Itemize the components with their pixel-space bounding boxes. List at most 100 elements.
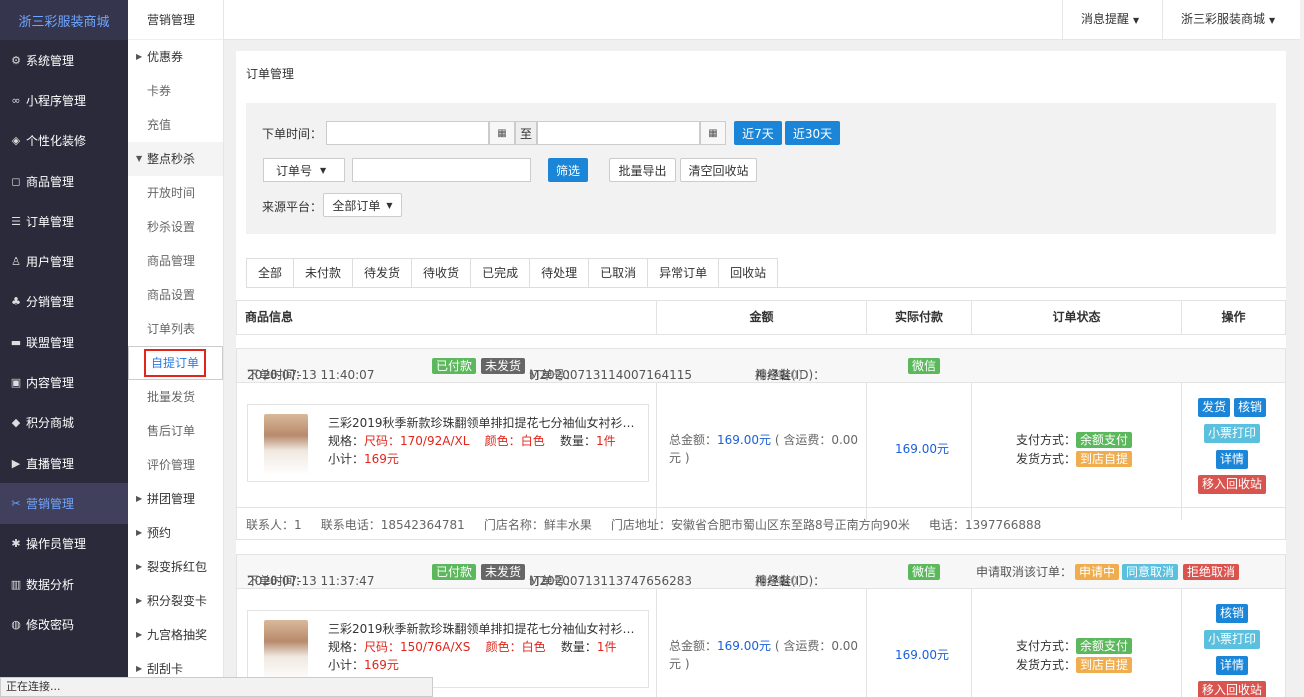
contact-name: 1: [294, 518, 302, 532]
sub-nav-item-14[interactable]: ▶ 预约: [128, 516, 223, 550]
nav-item-label: 修改密码: [26, 617, 75, 632]
nav-item-label: 营销管理: [26, 496, 75, 511]
nav-item-8[interactable]: ▣ 内容管理: [0, 362, 128, 402]
order-total: 总金额：169.00元 ( 含运费：0.00 元 ): [669, 433, 859, 465]
ship-method-badge: 到店自提: [1076, 451, 1133, 467]
nav-item-1[interactable]: ∞ 小程序管理: [0, 80, 128, 120]
tab-2[interactable]: 待发货: [353, 258, 413, 288]
notice-dropdown[interactable]: 消息提醒 ▼: [1062, 0, 1162, 40]
store-dropdown[interactable]: 浙三彩服装商城 ▼: [1162, 0, 1304, 40]
caret-right-icon: ▶: [136, 596, 143, 605]
nav-item-10[interactable]: ▶ 直播管理: [0, 443, 128, 483]
move-to-recycle-button[interactable]: 移入回收站: [1198, 681, 1267, 697]
nav-item-0[interactable]: ⚙ 系统管理: [0, 40, 128, 80]
print-receipt-button[interactable]: 小票打印: [1204, 630, 1261, 649]
nav-item-3[interactable]: ◻ 商品管理: [0, 161, 128, 201]
status-cell: 支付方式： 余额支付 发货方式： 到店自提: [972, 383, 1182, 520]
nav-item-11[interactable]: ✂ 营销管理: [0, 483, 128, 524]
tab-8[interactable]: 回收站: [719, 258, 779, 288]
tab-3[interactable]: 待收货: [412, 258, 472, 288]
product-thumbnail[interactable]: [264, 620, 308, 681]
print-receipt-button[interactable]: 小票打印: [1204, 424, 1261, 443]
last-30-days-button[interactable]: 近30天: [785, 121, 840, 145]
sub-nav-item-15[interactable]: ▶ 裂变拆红包: [128, 550, 223, 584]
search-field-select[interactable]: 订单号 ▼: [263, 158, 345, 182]
tab-0[interactable]: 全部: [246, 258, 295, 288]
end-date-input[interactable]: [537, 121, 700, 145]
nav-item-6[interactable]: ♣ 分销管理: [0, 282, 128, 322]
scrollbar[interactable]: [1300, 0, 1304, 697]
sub-nav-item-12[interactable]: 评价管理: [128, 448, 223, 482]
tab-1[interactable]: 未付款: [294, 258, 354, 288]
details-button[interactable]: 详情: [1216, 656, 1249, 675]
shield-check-icon: ◍: [11, 617, 21, 631]
tab-6[interactable]: 已取消: [589, 258, 649, 288]
verify-button[interactable]: 核销: [1216, 604, 1249, 623]
actions-cell: 核销 小票打印 详情 移入回收站: [1182, 589, 1285, 697]
sub-nav-item-10[interactable]: 批量发货: [128, 380, 223, 414]
agree-cancel-button[interactable]: 同意取消: [1122, 564, 1179, 580]
sub-nav-item-17[interactable]: ▶ 九宫格抽奖: [128, 618, 223, 652]
verify-button[interactable]: 核销: [1234, 398, 1267, 417]
nav-item-13[interactable]: ▥ 数据分析: [0, 564, 128, 604]
sub-nav-item-6[interactable]: 商品管理: [128, 244, 223, 278]
start-date-input[interactable]: [326, 121, 489, 145]
sub-nav-item-16[interactable]: ▶ 积分裂变卡: [128, 584, 223, 618]
sub-nav-item-4[interactable]: 开放时间: [128, 176, 223, 210]
nav-item-label: 内容管理: [26, 376, 75, 391]
tab-4[interactable]: 已完成: [471, 258, 531, 288]
paid-cell: 169.00元: [867, 383, 972, 520]
search-input[interactable]: [352, 158, 531, 182]
nav-item-2[interactable]: ◈ 个性化装修: [0, 121, 128, 161]
platform-dropdown[interactable]: 全部订单 ▼: [323, 193, 402, 217]
calendar-icon[interactable]: ▦: [700, 121, 726, 145]
nav-item-9[interactable]: ◆ 积分商城: [0, 403, 128, 443]
sub-nav-item-13[interactable]: ▶ 拼团管理: [128, 482, 223, 516]
move-to-recycle-button[interactable]: 移入回收站: [1198, 475, 1267, 494]
reject-cancel-button[interactable]: 拒绝取消: [1183, 564, 1240, 580]
sub-nav-item-1[interactable]: 卡券: [128, 74, 223, 108]
sub-nav-item-8[interactable]: 订单列表: [128, 312, 223, 346]
nav-item-label: 用户管理: [26, 255, 75, 270]
calendar-icon[interactable]: ▦: [489, 121, 515, 145]
main-nav: ⚙ 系统管理 ∞ 小程序管理 ◈ 个性化装修 ◻ 商品管理 ☰ 订单管理 ♙ 用户管理 ♣ 分销管理 ▬ 联盟…: [0, 40, 128, 644]
clear-recycle-button[interactable]: 清空回收站: [680, 158, 757, 182]
caret-down-icon: ▼: [386, 200, 393, 210]
tab-5[interactable]: 待处理: [530, 258, 590, 288]
notice-label: 消息提醒: [1081, 12, 1130, 26]
product-name[interactable]: 三彩2019秋季新款珍珠翻领单排扣提花七分袖仙女衬衫上衣: [328, 620, 638, 637]
ship-button[interactable]: 发货: [1198, 398, 1231, 417]
user-icon: ♙: [11, 255, 21, 269]
details-button[interactable]: 详情: [1216, 450, 1249, 469]
order-footer: 联系人：1 联系电话：18542364781 门店名称：鲜丰水果 门店地址：安徽…: [237, 507, 1285, 543]
sub-nav-item-11[interactable]: 售后订单: [128, 414, 223, 448]
product-name[interactable]: 三彩2019秋季新款珍珠翻领单排扣提花七分袖仙女衬衫上衣: [328, 414, 638, 431]
tab-7[interactable]: 异常订单: [648, 258, 720, 288]
filter-button[interactable]: 筛选: [548, 158, 588, 182]
sub-nav-item-0[interactable]: ▶ 优惠券: [128, 40, 223, 74]
link-icon: ∞: [11, 93, 21, 107]
nav-item-12[interactable]: ✱ 操作员管理: [0, 524, 128, 564]
sub-nav-item-5[interactable]: 秒杀设置: [128, 210, 223, 244]
col-product: 商品信息: [237, 301, 657, 334]
nav-item-5[interactable]: ♙ 用户管理: [0, 241, 128, 281]
sub-nav-item-7[interactable]: 商品设置: [128, 278, 223, 312]
nav-item-14[interactable]: ◍ 修改密码: [0, 604, 128, 644]
caret-right-icon: ▶: [136, 562, 143, 571]
sub-nav-item-3[interactable]: ▼ 整点秒杀: [128, 142, 223, 176]
platform-label: 来源平台：: [262, 200, 323, 214]
nav-item-7[interactable]: ▬ 联盟管理: [0, 322, 128, 362]
sub-nav-label: 卡券: [147, 84, 172, 98]
brand-logo[interactable]: 浙三彩服装商城: [0, 0, 128, 40]
sub-nav-item-9[interactable]: 自提订单: [128, 346, 223, 380]
nav-item-4[interactable]: ☰ 订单管理: [0, 201, 128, 241]
last-7-days-button[interactable]: 近7天: [734, 121, 782, 145]
col-actions: 操作: [1221, 310, 1246, 324]
order-total: 总金额：169.00元 ( 含运费：0.00 元 ): [669, 639, 859, 671]
product-thumbnail[interactable]: [264, 414, 308, 475]
caret-right-icon: ▶: [136, 528, 143, 537]
batch-export-button[interactable]: 批量导出: [609, 158, 676, 182]
sub-nav-label: 商品设置: [147, 288, 196, 302]
order-card: 下单时间： 2020-07-13 11:37:47 已付款 未发货 订单号： M20…: [236, 554, 1286, 697]
sub-nav-item-2[interactable]: 充值: [128, 108, 223, 142]
